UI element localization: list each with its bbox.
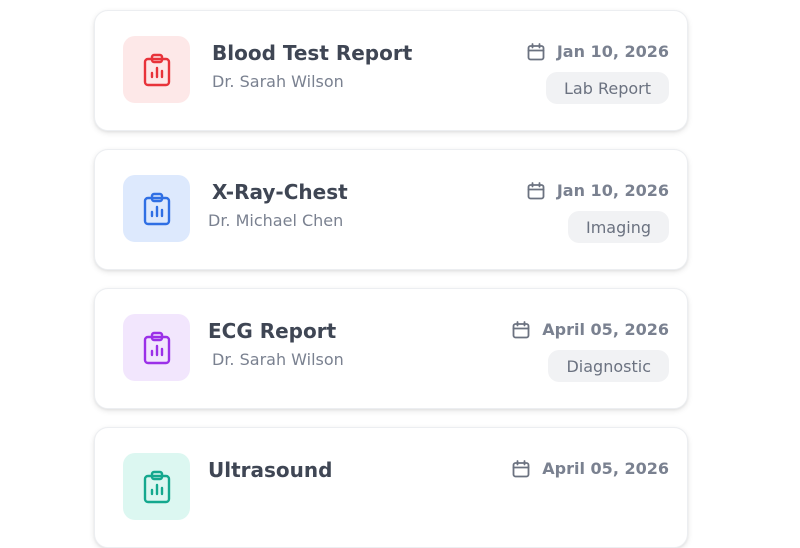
report-icon-box	[123, 453, 190, 520]
report-date-row: April 05, 2026	[512, 459, 669, 478]
clipboard-chart-icon	[143, 470, 170, 503]
report-icon-box	[123, 175, 190, 242]
report-card[interactable]: X-Ray-Chest Dr. Michael Chen Jan 10, 202…	[94, 149, 688, 270]
report-icon-box	[123, 314, 190, 381]
category-badge: Diagnostic	[548, 350, 669, 382]
report-list: Blood Test Report Dr. Sarah Wilson Jan 1…	[0, 0, 800, 548]
report-card[interactable]: Ultrasound April 05, 2026	[94, 427, 688, 548]
doctor-name: Dr. Sarah Wilson	[212, 72, 344, 91]
category-badge: Lab Report	[546, 72, 669, 104]
report-date-row: Jan 10, 2026	[527, 42, 669, 61]
report-title: Ultrasound	[208, 458, 333, 482]
report-title: X-Ray-Chest	[212, 180, 348, 204]
clipboard-chart-icon	[143, 53, 170, 86]
report-card[interactable]: Blood Test Report Dr. Sarah Wilson Jan 1…	[94, 10, 688, 131]
report-date: April 05, 2026	[542, 459, 669, 478]
report-date-row: Jan 10, 2026	[527, 181, 669, 200]
clipboard-chart-icon	[143, 331, 170, 364]
calendar-icon	[527, 181, 545, 199]
doctor-name: Dr. Sarah Wilson	[212, 350, 344, 369]
report-title: ECG Report	[208, 319, 337, 343]
report-date: Jan 10, 2026	[556, 42, 669, 61]
category-badge: Imaging	[567, 211, 669, 243]
report-date: April 05, 2026	[542, 320, 669, 339]
calendar-icon	[527, 42, 545, 60]
doctor-name: Dr. Michael Chen	[208, 211, 344, 230]
calendar-icon	[512, 459, 530, 477]
report-date-row: April 05, 2026	[512, 320, 669, 339]
calendar-icon	[512, 320, 530, 338]
report-title: Blood Test Report	[212, 41, 413, 65]
report-card[interactable]: ECG Report Dr. Sarah Wilson April 05, 20…	[94, 288, 688, 409]
clipboard-chart-icon	[143, 192, 170, 225]
report-icon-box	[123, 36, 190, 103]
report-date: Jan 10, 2026	[556, 181, 669, 200]
